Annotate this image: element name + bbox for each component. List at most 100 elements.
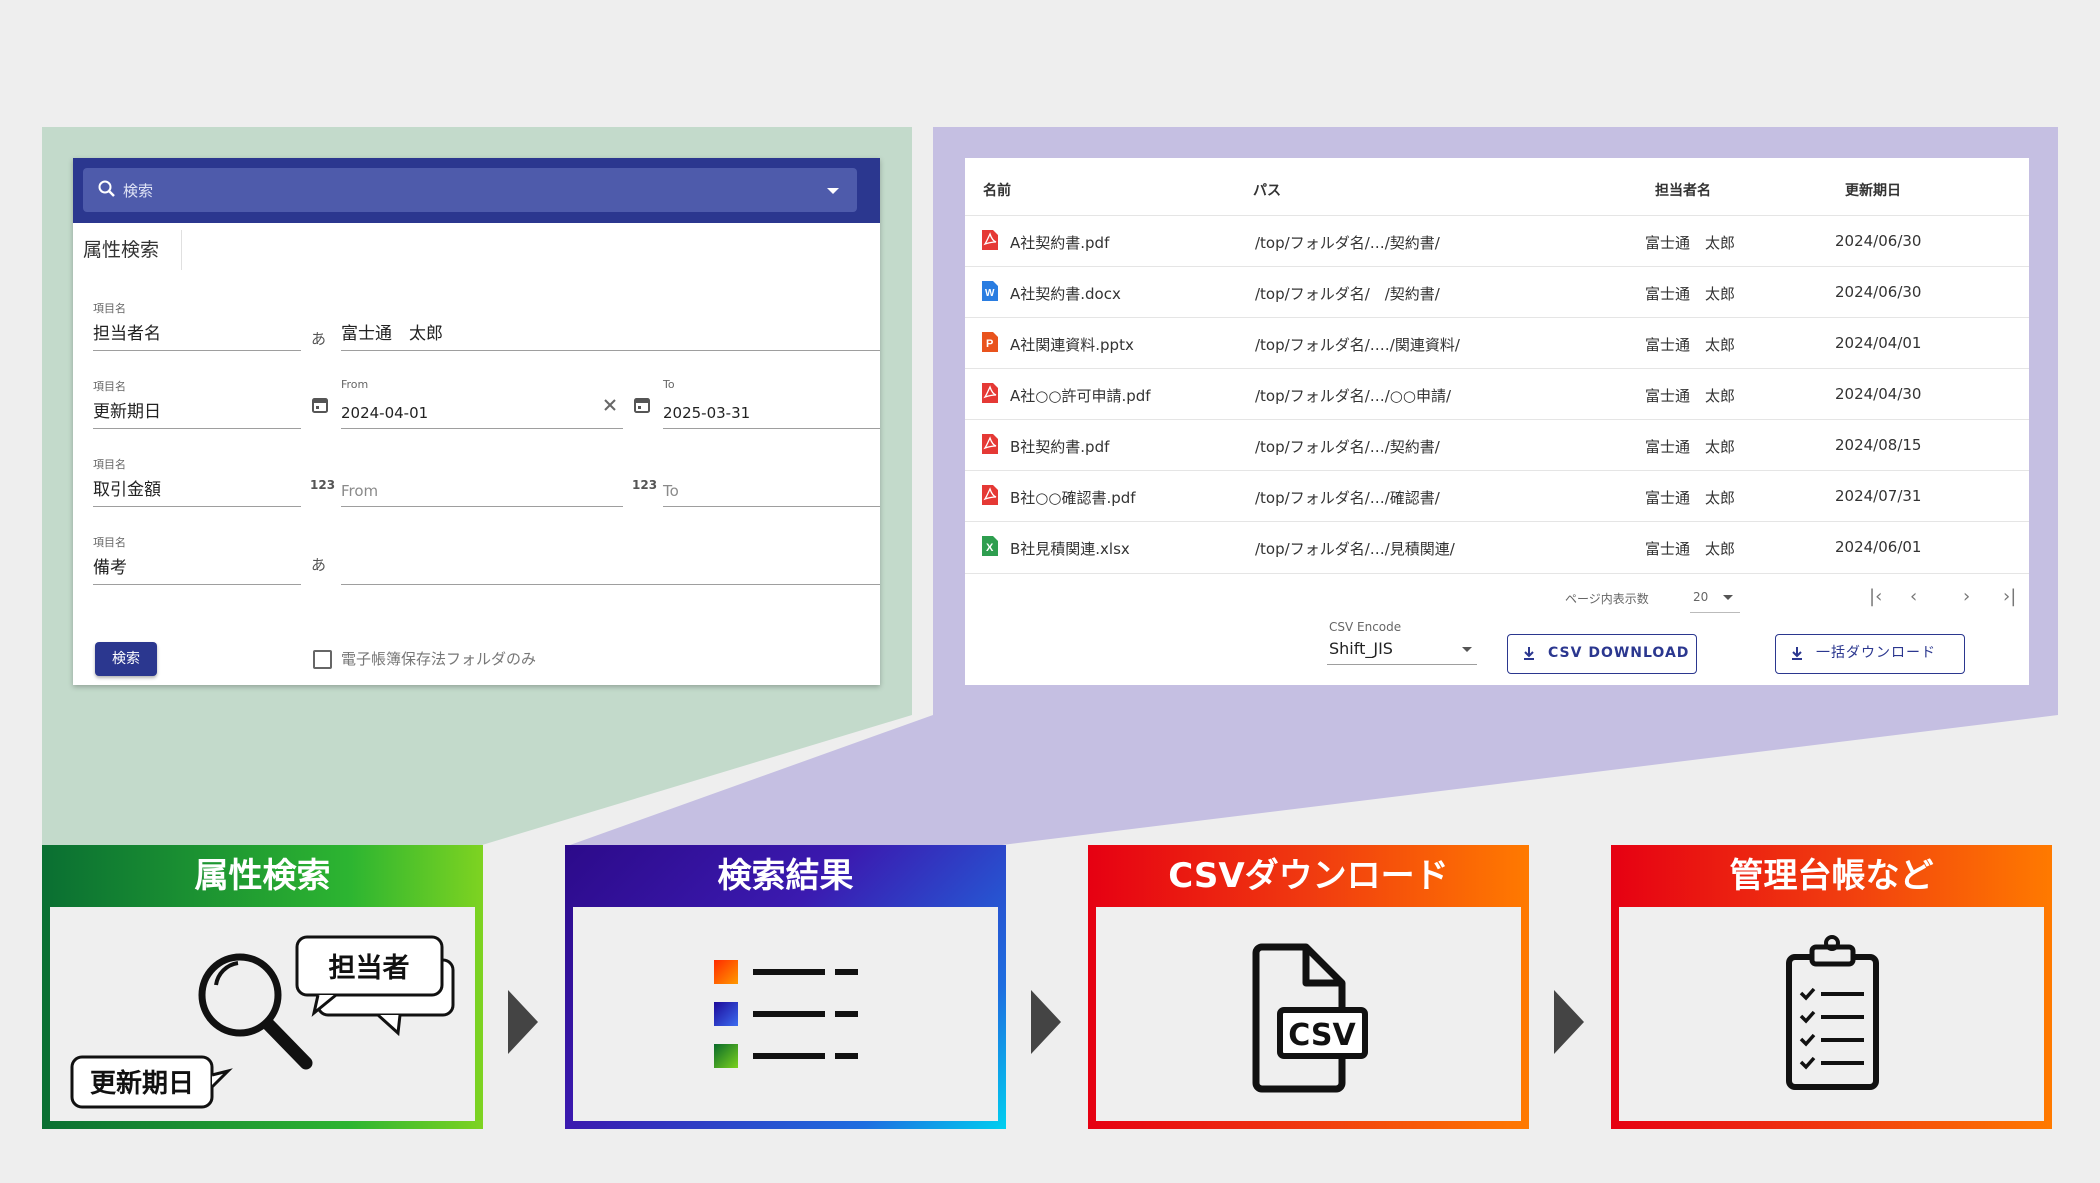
- csv-download-label: CSV DOWNLOAD: [1548, 645, 1690, 661]
- rows-per-page-value: 20: [1693, 590, 1709, 604]
- flow-step-title: 管理台帳など: [1729, 856, 1934, 896]
- row-path: /top/フォルダ名/…/確認書/: [1255, 489, 1440, 507]
- table-row[interactable]: X B社見積関連.xlsx /top/フォルダ名/…/見積関連/ 富士通 太郎 …: [965, 521, 2029, 574]
- download-icon: [1524, 647, 1534, 660]
- column-header-owner[interactable]: 担当者名: [1655, 180, 1711, 200]
- search-icon: [98, 180, 115, 197]
- amount-to-placeholder: To: [663, 482, 679, 500]
- clipboard-checklist-icon: [1786, 935, 1879, 1090]
- previous-page-icon[interactable]: ‹: [1910, 586, 1917, 607]
- row-date: 2024/06/30: [1835, 283, 1922, 301]
- table-row[interactable]: P A社関連資料.pptx /top/フォルダ名/‥‥/関連資料/ 富士通 太郎…: [965, 317, 2029, 369]
- amount-to-input[interactable]: To: [663, 456, 880, 507]
- row-path: /top/フォルダ名/‥‥/関連資料/: [1255, 336, 1460, 354]
- row-path: /top/フォルダ名/…/契約書/: [1255, 234, 1440, 252]
- table-row[interactable]: A社契約書.pdf /top/フォルダ名/…/契約書/ 富士通 太郎 2024/…: [965, 215, 2029, 267]
- bulk-download-label: 一括ダウンロード: [1816, 645, 1936, 661]
- svg-text:W: W: [985, 288, 995, 299]
- amount-from-input[interactable]: From: [341, 456, 623, 507]
- field-name-value: 担当者名: [93, 324, 161, 344]
- calendar-icon[interactable]: [633, 396, 651, 414]
- clear-icon[interactable]: [603, 398, 617, 412]
- flow-step-body: 担当者 更新期日: [50, 907, 475, 1121]
- csv-encode-value: Shift_JIS: [1329, 639, 1393, 658]
- search-input[interactable]: 検索: [83, 168, 857, 212]
- search-header-bar: 検索: [73, 158, 880, 223]
- flow-step-attribute-search: 属性検索 担当者 更新期日: [42, 845, 483, 1129]
- owner-value-input[interactable]: 富士通 太郎: [341, 300, 880, 351]
- field-name-due-date[interactable]: 項目名 更新期日: [93, 378, 301, 429]
- search-button[interactable]: 検索: [95, 642, 157, 676]
- row-file-name[interactable]: B社見積関連.xlsx: [1010, 538, 1130, 559]
- search-placeholder: 検索: [123, 182, 154, 200]
- flow-step-csv-download: CSVダウンロード CSV: [1088, 845, 1529, 1129]
- row-date: 2024/08/15: [1835, 436, 1922, 454]
- row-date: 2024/04/30: [1835, 385, 1922, 403]
- field-name-owner[interactable]: 項目名 担当者名: [93, 300, 301, 351]
- row-file-name[interactable]: A社○○許可申請.pdf: [1010, 385, 1151, 406]
- next-page-icon[interactable]: ›: [1963, 586, 1970, 607]
- row-owner: 富士通 太郎: [1645, 387, 1736, 405]
- flow-step-title: 属性検索: [194, 856, 331, 896]
- date-to-input[interactable]: To 2025-03-31: [663, 378, 880, 429]
- table-row[interactable]: B社○○確認書.pdf /top/フォルダ名/…/確認書/ 富士通 太郎 202…: [965, 470, 2029, 522]
- row-date: 2024/06/01: [1835, 538, 1922, 556]
- csv-download-button[interactable]: CSV DOWNLOAD: [1507, 634, 1697, 674]
- row-file-name[interactable]: A社契約書.docx: [1010, 283, 1121, 304]
- notes-value-input[interactable]: [341, 534, 880, 585]
- word-icon: W: [982, 281, 998, 301]
- row-owner: 富士通 太郎: [1645, 438, 1736, 456]
- field-name-amount[interactable]: 項目名 取引金額: [93, 456, 301, 507]
- table-row[interactable]: A社○○許可申請.pdf /top/フォルダ名/…/○○申請/ 富士通 太郎 2…: [965, 368, 2029, 420]
- row-date: 2024/06/30: [1835, 232, 1922, 250]
- date-from-value: 2024-04-01: [341, 404, 429, 422]
- e-book-folder-checkbox[interactable]: [313, 650, 332, 669]
- date-from-input[interactable]: From 2024-04-01: [341, 378, 623, 429]
- field-caption: 項目名: [93, 536, 126, 549]
- text-type-icon: あ: [311, 556, 327, 574]
- row-file-name[interactable]: A社関連資料.pptx: [1010, 334, 1134, 355]
- csv-encode-select[interactable]: CSV Encode Shift_JIS: [1327, 620, 1477, 665]
- field-caption: 項目名: [93, 302, 126, 315]
- row-path: /top/フォルダ名/…/見積関連/: [1255, 540, 1455, 558]
- magnifier-speech-bubbles-illustration: 担当者 更新期日: [70, 935, 455, 1109]
- column-header-due-date[interactable]: 更新期日: [1845, 180, 1901, 200]
- flow-step-body: [1619, 907, 2044, 1121]
- table-row[interactable]: W A社契約書.docx /top/フォルダ名/ /契約書/ 富士通 太郎 20…: [965, 266, 2029, 318]
- text-type-icon: あ: [311, 330, 327, 348]
- pdf-icon: [982, 230, 998, 250]
- row-file-name[interactable]: B社契約書.pdf: [1010, 436, 1109, 457]
- csv-file-label: CSV: [1288, 1018, 1356, 1053]
- row-date: 2024/04/01: [1835, 334, 1922, 352]
- csv-encode-label: CSV Encode: [1329, 620, 1402, 634]
- first-page-icon[interactable]: |‹: [1869, 586, 1882, 607]
- search-results-panel: 名前 パス 担当者名 更新期日 A社契約書.pdf /top/フォルダ名/…/契…: [965, 158, 2029, 685]
- flow-step-management-ledger: 管理台帳など: [1611, 845, 2052, 1129]
- table-row[interactable]: B社契約書.pdf /top/フォルダ名/…/契約書/ 富士通 太郎 2024/…: [965, 419, 2029, 471]
- row-file-name[interactable]: A社契約書.pdf: [1010, 232, 1109, 253]
- tab-attribute-search[interactable]: 属性検索: [73, 230, 182, 270]
- field-name-value: 取引金額: [93, 480, 161, 500]
- last-page-icon[interactable]: ›|: [2003, 586, 2016, 607]
- field-caption: 項目名: [93, 458, 126, 471]
- field-name-notes[interactable]: 項目名 備考: [93, 534, 301, 585]
- flow-step-body: CSV: [1096, 907, 1521, 1121]
- row-owner: 富士通 太郎: [1645, 285, 1736, 303]
- column-header-path[interactable]: パス: [1253, 180, 1281, 200]
- dropdown-caret-icon[interactable]: [827, 188, 839, 194]
- row-owner: 富士通 太郎: [1645, 489, 1736, 507]
- calendar-icon[interactable]: [311, 396, 329, 414]
- rows-per-page-label: ページ内表示数: [1565, 592, 1649, 606]
- flow-step-title: CSVダウンロード: [1168, 856, 1449, 896]
- row-path: /top/フォルダ名/…/○○申請/: [1255, 387, 1452, 405]
- column-header-name[interactable]: 名前: [983, 180, 1011, 200]
- row-file-name[interactable]: B社○○確認書.pdf: [1010, 487, 1136, 508]
- svg-text:P: P: [986, 338, 993, 350]
- amount-from-placeholder: From: [341, 482, 379, 500]
- bulk-download-button[interactable]: 一括ダウンロード: [1775, 634, 1965, 674]
- number-type-icon: 123: [310, 478, 336, 492]
- chevron-down-icon: [1462, 647, 1472, 652]
- rows-per-page-select[interactable]: 20: [1690, 582, 1740, 613]
- row-owner: 富士通 太郎: [1645, 336, 1736, 354]
- field-caption: 項目名: [93, 380, 126, 393]
